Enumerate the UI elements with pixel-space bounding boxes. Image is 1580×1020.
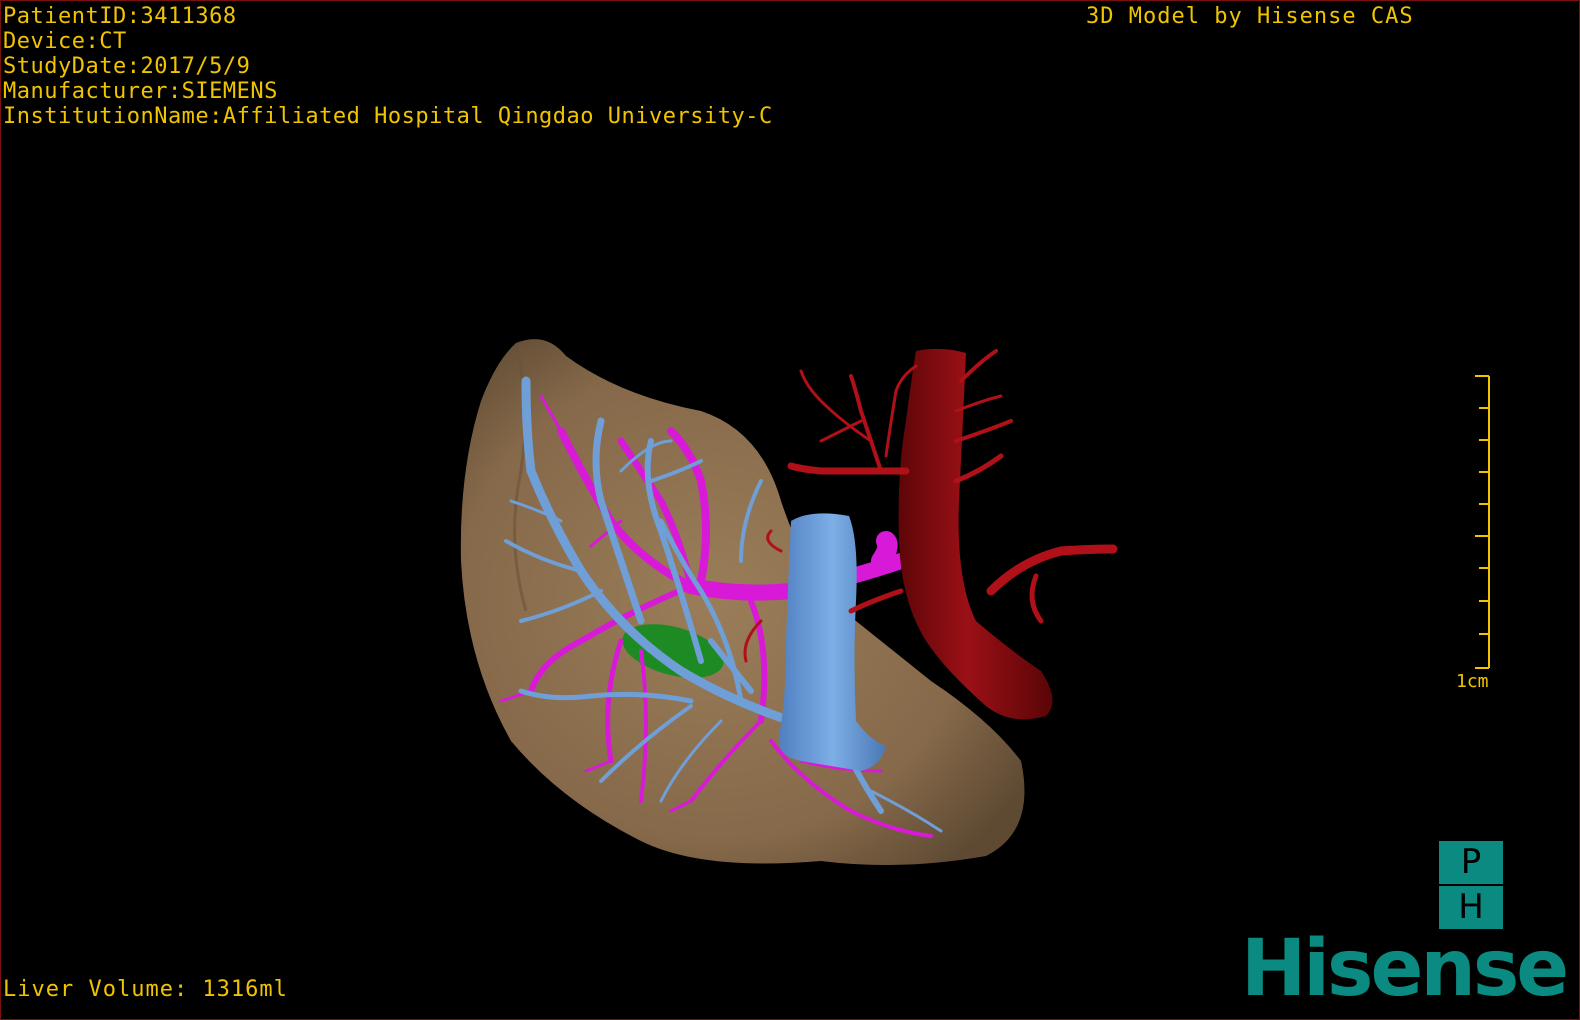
manufacturer-text: Manufacturer:SIEMENS: [3, 79, 278, 104]
hisense-logo: Hisense: [1241, 924, 1569, 1014]
patient-id-text: PatientID:3411368: [3, 4, 237, 29]
model-credit-text: 3D Model by Hisense CAS: [1086, 4, 1414, 29]
liver-3d-model[interactable]: [1, 1, 1579, 1019]
ph-badge-top-letter: P: [1460, 842, 1482, 882]
study-date-text: StudyDate:2017/5/9: [3, 54, 251, 79]
scale-bar: [1475, 375, 1490, 669]
liver-volume-text: Liver Volume: 1316ml: [3, 977, 288, 1002]
ph-badge-logo: P H: [1439, 841, 1503, 929]
ph-badge-bottom-letter: H: [1458, 887, 1484, 927]
institution-text: InstitutionName:Affiliated Hospital Qing…: [3, 104, 773, 129]
scale-bar-label: 1cm: [1456, 671, 1489, 692]
device-text: Device:CT: [3, 29, 127, 54]
3d-viewport[interactable]: PatientID:3411368 Device:CT StudyDate:20…: [0, 0, 1580, 1020]
